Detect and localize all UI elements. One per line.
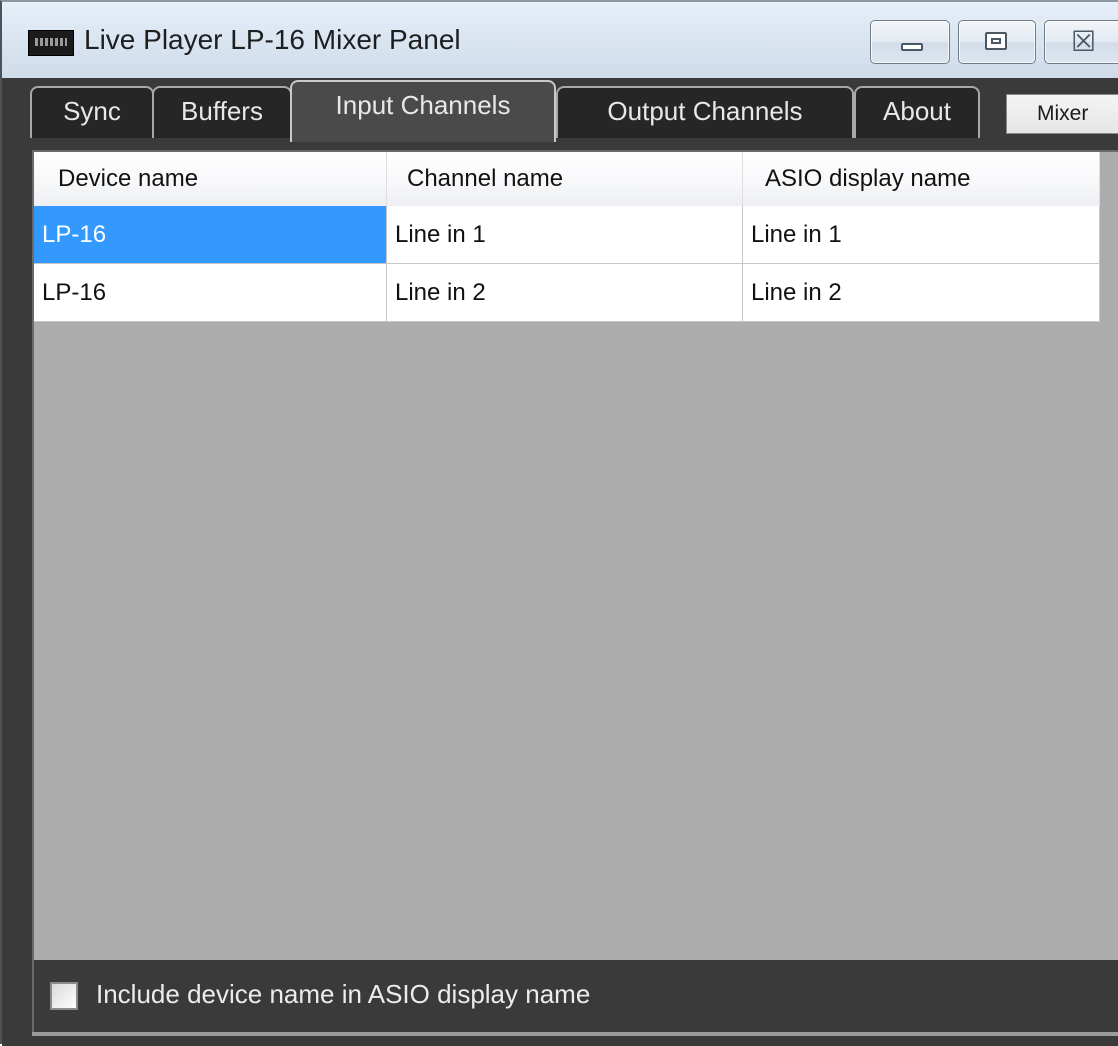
include-device-name-checkbox[interactable] (50, 982, 78, 1010)
grid-header: Device name Channel name ASIO display na… (34, 152, 1100, 207)
client-area: Sync Buffers Input Channels Output Chann… (2, 78, 1118, 1046)
panel-bottom-border (32, 1032, 1118, 1036)
tab-about[interactable]: About (854, 86, 980, 138)
tab-input-channels[interactable]: Input Channels (290, 80, 556, 142)
tab-strip: Sync Buffers Input Channels Output Chann… (2, 78, 1118, 142)
minimize-button[interactable] (870, 20, 950, 64)
column-header-channel-name[interactable]: Channel name (387, 152, 743, 206)
tab-output-channels[interactable]: Output Channels (556, 86, 854, 138)
maximize-icon (985, 32, 1007, 50)
column-header-asio-display-name[interactable]: ASIO display name (743, 152, 1100, 206)
maximize-button[interactable] (958, 20, 1036, 64)
cell-device-name[interactable]: LP-16 (34, 264, 387, 322)
tab-sync[interactable]: Sync (30, 86, 154, 138)
column-header-device-name[interactable]: Device name (34, 152, 387, 206)
minimize-icon (901, 43, 923, 51)
cell-asio-display-name[interactable]: Line in 2 (743, 264, 1100, 322)
tab-buffers[interactable]: Buffers (152, 86, 292, 138)
cell-channel-name[interactable]: Line in 1 (387, 206, 743, 264)
app-icon[interactable] (28, 30, 74, 56)
close-button[interactable]: ☒ (1044, 20, 1118, 64)
cell-asio-display-name[interactable]: Line in 1 (743, 206, 1100, 264)
mixer-panel-window: Live Player LP-16 Mixer Panel ☒ Sync Buf… (0, 0, 1118, 1046)
close-icon: ☒ (1071, 25, 1097, 58)
mixer-button[interactable]: Mixer (1006, 94, 1118, 134)
title-bar[interactable]: Live Player LP-16 Mixer Panel ☒ (2, 2, 1118, 78)
window-title: Live Player LP-16 Mixer Panel (84, 24, 461, 55)
table-row[interactable]: LP-16 Line in 2 Line in 2 (34, 264, 1100, 322)
include-device-name-label[interactable]: Include device name in ASIO display name (96, 974, 590, 1014)
cell-channel-name[interactable]: Line in 2 (387, 264, 743, 322)
table-row[interactable]: LP-16 Line in 1 Line in 1 (34, 206, 1100, 264)
options-bar: Include device name in ASIO display name (32, 960, 1118, 1032)
cell-device-name[interactable]: LP-16 (34, 206, 387, 264)
input-channels-grid[interactable]: Device name Channel name ASIO display na… (32, 150, 1118, 960)
